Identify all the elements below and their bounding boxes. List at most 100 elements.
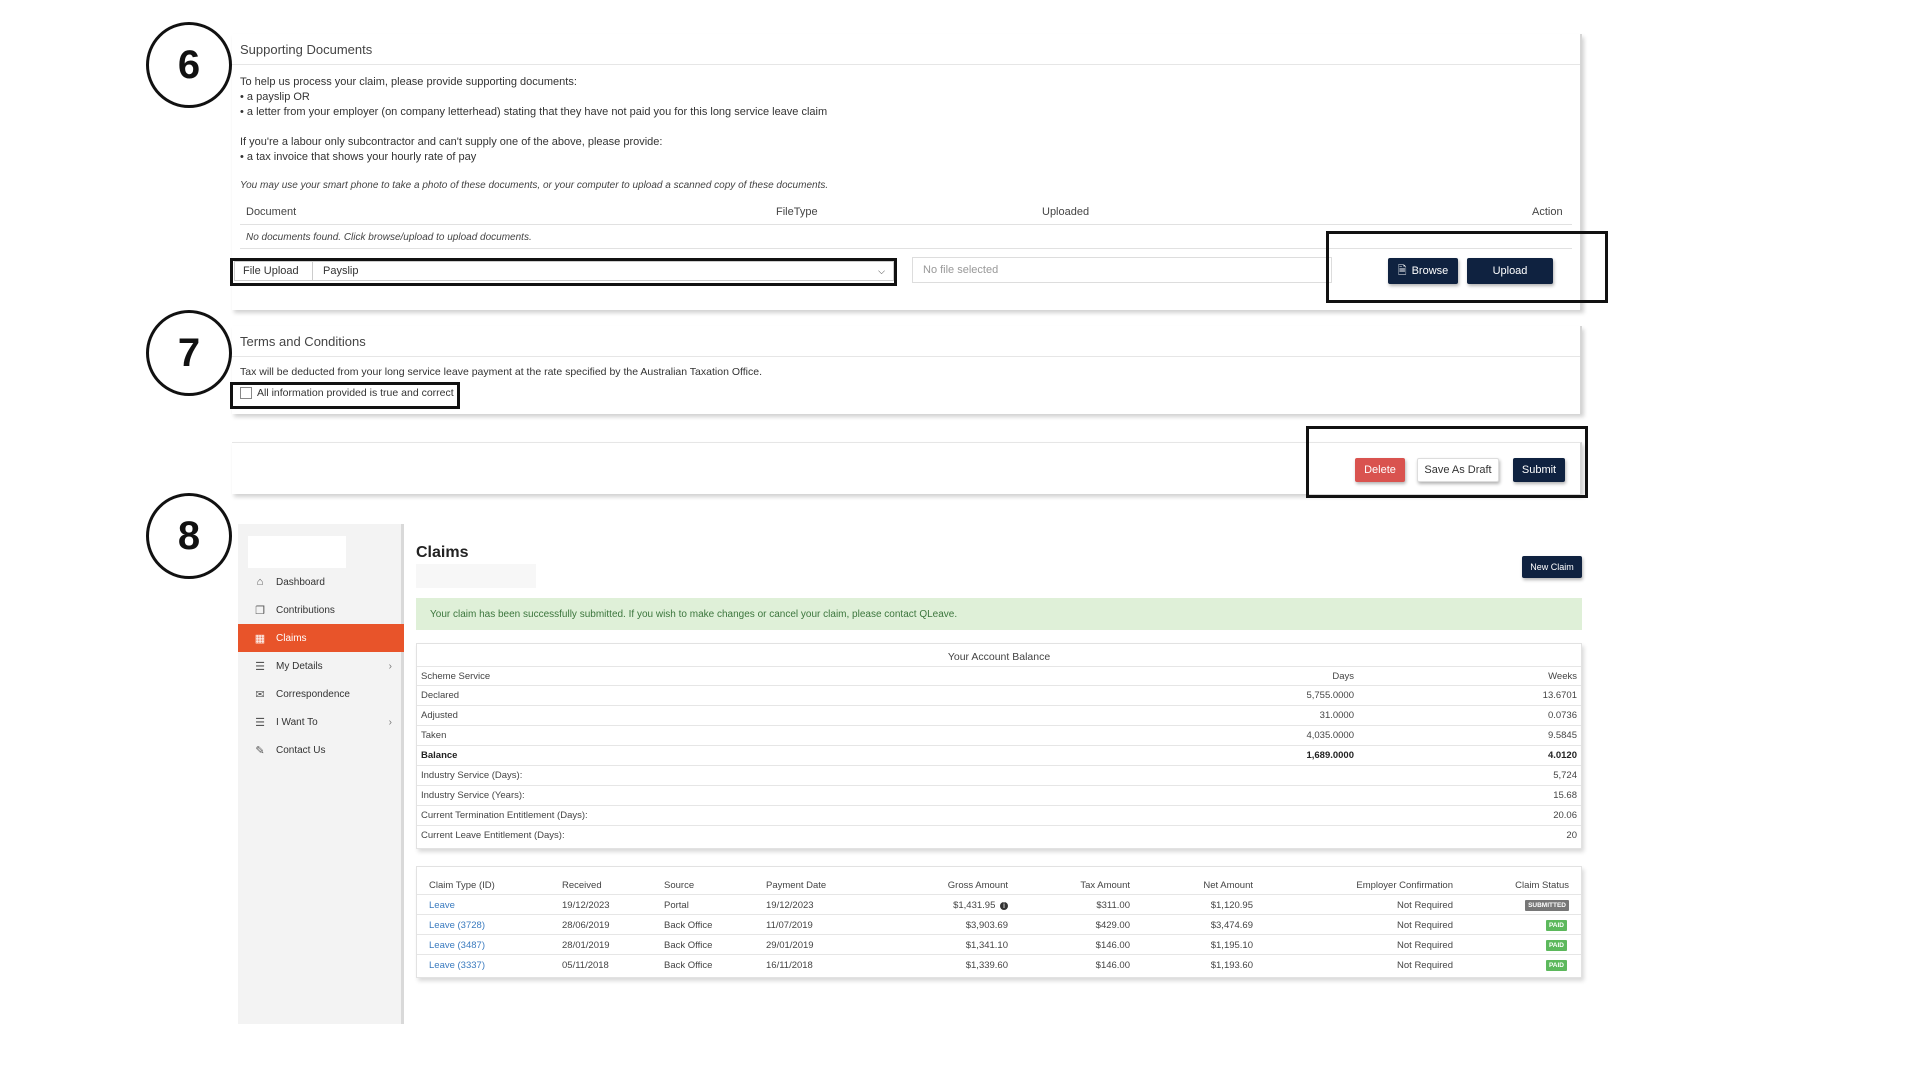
row-days: 5,755.0000: [1306, 690, 1354, 701]
balance-row-declared: Declared 5,755.0000 13.6701: [417, 686, 1581, 706]
new-claim-button[interactable]: New Claim: [1522, 556, 1582, 578]
industry-service-years-row: Industry Service (Years): 15.68: [417, 786, 1581, 806]
sidebar-item-claims[interactable]: ▦ Claims: [238, 624, 404, 652]
step-6-marker: 6: [146, 22, 232, 108]
sidebar-label: Contact Us: [276, 744, 326, 756]
cell-net: $1,193.60: [1210, 960, 1253, 971]
cell-source: Back Office: [664, 960, 713, 971]
claims-icon: ▦: [254, 632, 266, 645]
cell-gross: $1,431.95 i: [953, 900, 1008, 911]
balance-row-adjusted: Adjusted 31.0000 0.0736: [417, 706, 1581, 726]
cell-received: 05/11/2018: [562, 960, 609, 971]
status-badge: SUBMITTED: [1525, 900, 1569, 911]
days-header: Days: [1332, 671, 1354, 682]
sidebar-item-contact-us[interactable]: ✎ Contact Us: [238, 736, 404, 764]
scheme-service-header: Scheme Service: [421, 671, 491, 682]
supporting-documents-body: To help us process your claim, please pr…: [232, 65, 1580, 201]
row-weeks: 4.0120: [1547, 750, 1577, 761]
info-icon[interactable]: i: [1000, 902, 1008, 910]
no-file-selected-field[interactable]: No file selected: [912, 257, 1332, 283]
logo-placeholder: [248, 536, 346, 568]
subtitle-placeholder: [416, 564, 536, 588]
sidebar-label: Claims: [276, 632, 307, 644]
row-value: 20.06: [1553, 810, 1577, 821]
pencil-icon: ✎: [255, 744, 265, 757]
col-action: Action: [1532, 206, 1563, 218]
row-value: 5,724: [1553, 770, 1577, 781]
sidebar-label: Dashboard: [276, 576, 325, 588]
th-claim-type: Claim Type (ID): [429, 880, 495, 891]
highlight-file-upload: [230, 258, 897, 286]
gross-value: $1,431.95: [953, 900, 996, 911]
leave-entitlement-row: Current Leave Entitlement (Days): 20: [417, 826, 1581, 846]
cell-received: 28/01/2019: [562, 940, 610, 951]
th-received: Received: [562, 880, 602, 891]
status-badge: PAID: [1545, 960, 1567, 971]
col-document: Document: [246, 206, 297, 218]
docs-subcontractor: If you're a labour only subcontractor an…: [240, 136, 663, 148]
balance-title: Your Account Balance: [947, 651, 1051, 663]
status-badge: PAID: [1545, 920, 1567, 931]
cell-net: $3,474.69: [1210, 920, 1253, 931]
cell-tax: $146.00: [1095, 960, 1130, 971]
row-label: Industry Service (Days):: [421, 770, 523, 781]
th-net: Net Amount: [1203, 880, 1253, 891]
chevron-right-icon: ›: [388, 660, 392, 672]
docs-bullet-letter: • a letter from your employer (on compan…: [240, 106, 828, 118]
table-row: Leave (3487) 28/01/2019 Back Office 29/0…: [417, 935, 1581, 955]
no-documents-message: No documents found. Click browse/upload …: [246, 232, 532, 243]
cell-gross: $1,339.60: [965, 960, 1008, 971]
cell-payment: 11/07/2019: [766, 920, 813, 931]
claim-link[interactable]: Leave (3487): [429, 940, 485, 951]
sidebar-item-i-want-to[interactable]: ☰ I Want To ›: [238, 708, 404, 736]
th-tax: Tax Amount: [1080, 880, 1130, 891]
highlight-actions: [1306, 426, 1588, 498]
row-label: Taken: [421, 730, 447, 741]
weeks-header: Weeks: [1548, 671, 1577, 682]
sidebar-item-my-details[interactable]: ☰ My Details ›: [238, 652, 404, 680]
cell-tax: $311.00: [1096, 900, 1130, 911]
copy-icon: ❐: [255, 604, 265, 617]
table-row: Leave 19/12/2023 Portal 19/12/2023 $1,43…: [417, 895, 1581, 915]
th-payment-date: Payment Date: [766, 880, 827, 891]
sidebar-label: Correspondence: [276, 688, 350, 700]
row-label: Declared: [421, 690, 460, 701]
docs-intro: To help us process your claim, please pr…: [240, 76, 577, 88]
cell-net: $1,120.95: [1210, 900, 1253, 911]
envelope-icon: ✉: [255, 688, 265, 701]
cell-gross: $3,903.69: [965, 920, 1008, 931]
termination-entitlement-row: Current Termination Entitlement (Days): …: [417, 806, 1581, 826]
docs-header-divider: [240, 224, 1572, 225]
cell-payment: 19/12/2023: [766, 900, 814, 911]
highlight-browse-upload: [1326, 231, 1608, 303]
highlight-terms-checkbox: [230, 382, 460, 409]
row-label: Current Termination Entitlement (Days):: [421, 810, 588, 821]
claim-link[interactable]: Leave: [429, 900, 455, 911]
account-balance-card: Your Account Balance Scheme Service Days…: [416, 643, 1582, 849]
sidebar-item-dashboard[interactable]: ⌂ Dashboard: [238, 568, 404, 596]
sidebar-item-contributions[interactable]: ❐ Contributions: [238, 596, 404, 624]
cell-source: Back Office: [664, 940, 713, 951]
cell-net: $1,195.10: [1210, 940, 1253, 951]
sidebar-label: Contributions: [276, 604, 335, 616]
cell-employer: Not Required: [1397, 960, 1453, 971]
claims-table-card: Claim Type (ID) Received Source Payment …: [416, 866, 1582, 978]
claim-link[interactable]: Leave (3728): [429, 920, 485, 931]
balance-row-taken: Taken 4,035.0000 9.5845: [417, 726, 1581, 746]
row-label: Balance: [421, 750, 458, 761]
cell-employer: Not Required: [1397, 940, 1453, 951]
cell-tax: $429.00: [1095, 920, 1130, 931]
cell-employer: Not Required: [1397, 900, 1453, 911]
row-days: 4,035.0000: [1306, 730, 1354, 741]
row-weeks: 9.5845: [1547, 730, 1577, 741]
status-badge: PAID: [1545, 940, 1567, 951]
chevron-right-icon: ›: [388, 716, 392, 728]
row-weeks: 13.6701: [1542, 690, 1577, 701]
claim-link[interactable]: Leave (3337): [429, 960, 485, 971]
row-value: 20: [1566, 830, 1577, 841]
cell-payment: 29/01/2019: [766, 940, 814, 951]
cell-source: Portal: [664, 900, 689, 911]
sidebar-item-correspondence[interactable]: ✉ Correspondence: [238, 680, 404, 708]
th-source: Source: [664, 880, 695, 891]
cell-payment: 16/11/2018: [766, 960, 813, 971]
